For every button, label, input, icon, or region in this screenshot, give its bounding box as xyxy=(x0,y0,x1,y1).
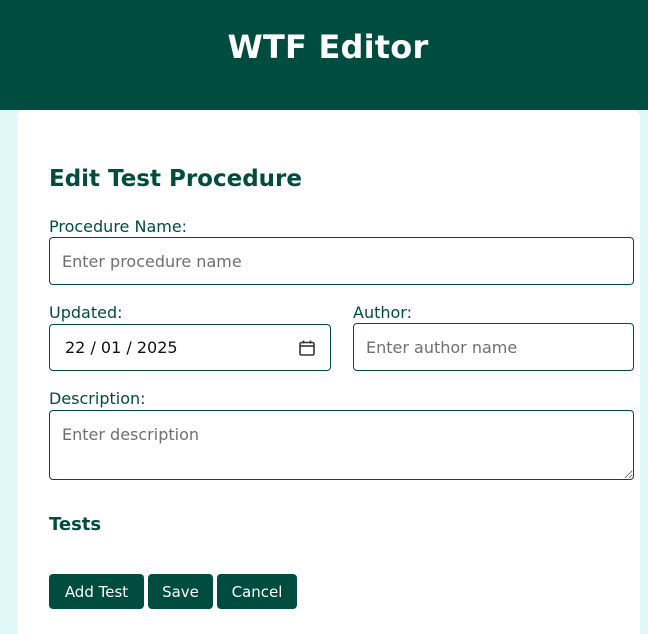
author-input[interactable] xyxy=(353,323,634,371)
procedure-name-label: Procedure Name: xyxy=(49,217,188,236)
updated-date-value: 22 / 01 / 2025 xyxy=(65,338,178,357)
save-button[interactable]: Save xyxy=(148,574,213,609)
app-header: WTF Editor xyxy=(0,0,648,110)
updated-label: Updated: xyxy=(49,303,123,322)
app-title: WTF Editor xyxy=(227,28,429,66)
add-test-button[interactable]: Add Test xyxy=(49,574,144,609)
procedure-name-input[interactable] xyxy=(49,237,634,285)
calendar-icon[interactable] xyxy=(298,339,316,357)
form-title: Edit Test Procedure xyxy=(49,166,302,192)
updated-date-input[interactable]: 22 / 01 / 2025 xyxy=(49,324,331,371)
editor-card: Edit Test Procedure Procedure Name: Upda… xyxy=(17,110,640,634)
tests-heading: Tests xyxy=(49,514,102,535)
description-label: Description: xyxy=(49,389,146,408)
cancel-button[interactable]: Cancel xyxy=(217,574,297,609)
author-label: Author: xyxy=(353,303,412,322)
description-textarea[interactable] xyxy=(49,410,634,480)
